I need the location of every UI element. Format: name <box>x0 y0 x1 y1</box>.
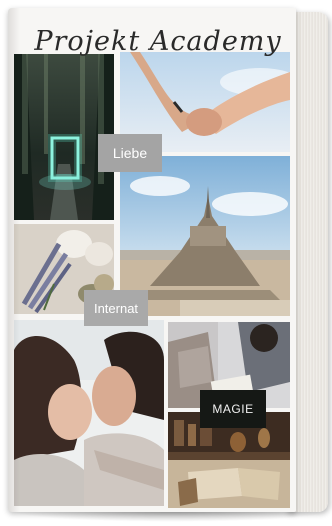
label-love: Liebe <box>98 134 162 172</box>
cover-spine-shade <box>8 8 20 512</box>
embracing-couple-photo <box>14 320 164 506</box>
label-boarding-school: Internat <box>84 290 148 326</box>
book-mockup: Projekt Academy Liebe Internat MAGIE <box>0 0 332 526</box>
book-title: Projekt Academy <box>34 26 282 57</box>
book-cover: Projekt Academy Liebe Internat MAGIE <box>8 8 296 512</box>
label-magic: MAGIE <box>200 390 266 428</box>
